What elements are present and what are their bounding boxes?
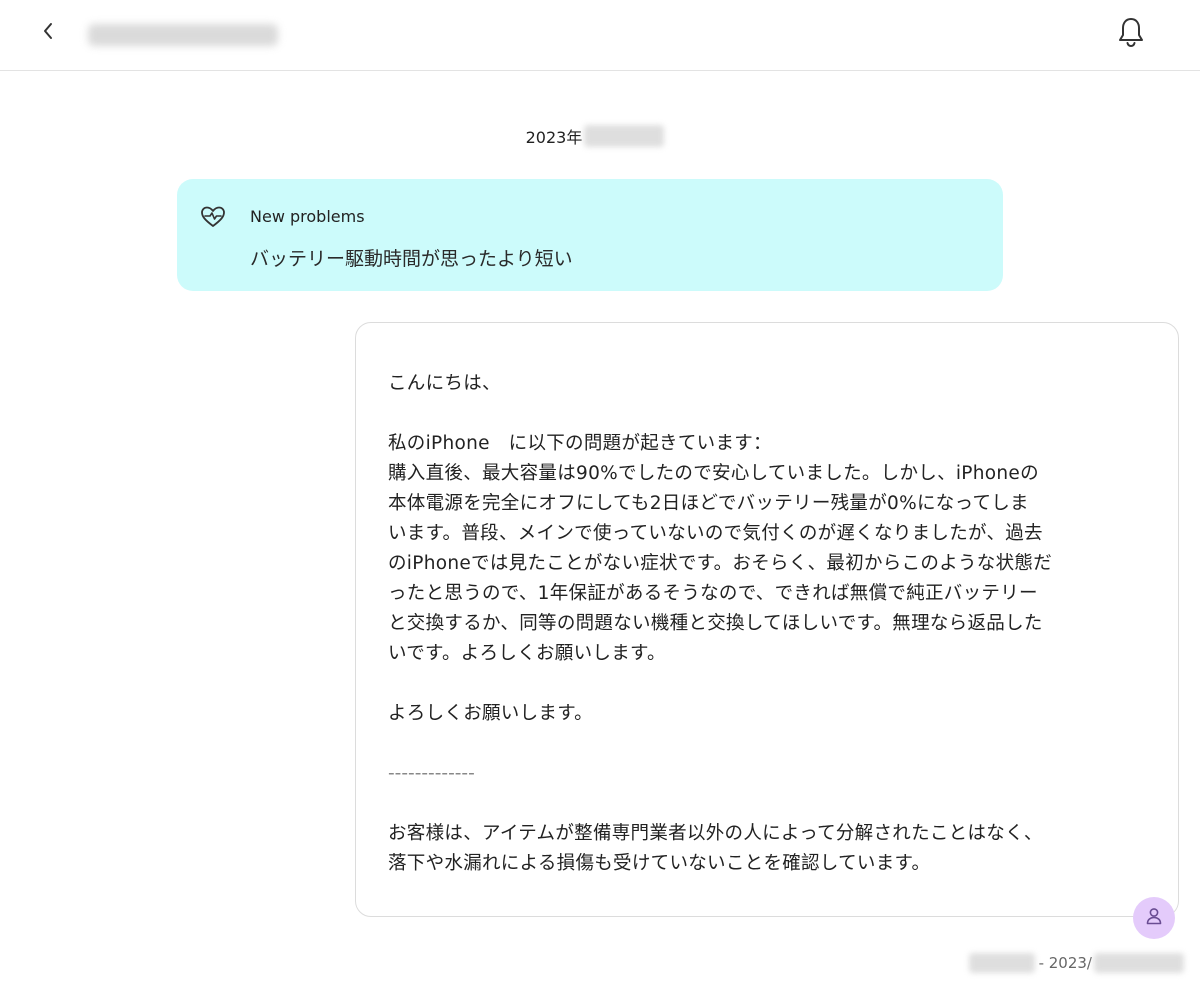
message-line: います。普段、メインで使っていないので気付くのが遅くなりましたが、過去 [388, 523, 1043, 544]
back-button[interactable] [34, 18, 62, 48]
top-bar [0, 0, 1200, 71]
message-closing: よろしくお願いします。 [388, 703, 593, 724]
date-separator-label: 2023年 [525, 128, 583, 147]
message-line: ったと思うので、1年保証があるそうなので、できれば無償で純正バッテリー [388, 583, 1038, 604]
message-line: 購入直後、最大容量は90%でしたので安心していました。しかし、iPhoneの [388, 463, 1039, 484]
message-line: いです。よろしくお願いします。 [388, 643, 666, 664]
date-redacted [584, 125, 665, 147]
problem-description: バッテリー駆動時間が思ったより短い [250, 248, 573, 270]
user-icon [1144, 906, 1164, 930]
disclaimer-line: お客様は、アイテムが整備専門業者以外の人によって分解されたことはなく、 [388, 823, 1043, 844]
message-line: 私のiPhone に以下の問題が起きています： [388, 433, 772, 454]
message-timestamp: - 2023/ [1038, 954, 1092, 972]
message-body: こんにちは、 私のiPhone に以下の問題が起きています： 購入直後、最大容量… [388, 369, 1148, 879]
message-line: 本体電源を完全にオフにしても2日ほどでバッテリー残量が0%になってしま [388, 493, 1029, 514]
disclaimer-line: 落下や水漏れによる損傷も受けていないことを確認しています。 [388, 853, 931, 874]
header-title-redacted [88, 24, 278, 46]
date-separator: 2023年 [0, 124, 1190, 148]
message-bubble: こんにちは、 私のiPhone に以下の問題が起きています： 購入直後、最大容量… [355, 322, 1179, 917]
timestamp-redacted [1094, 953, 1184, 973]
message-divider: ------------- [388, 763, 475, 784]
message-line: のiPhoneでは見たことがない症状です。おそらく、最初からこのような状態だ [388, 553, 1052, 574]
chevron-left-icon [41, 21, 55, 45]
message-line: と交換するか、同等の問題ない機種と交換してほしいです。無理なら返品した [388, 613, 1043, 634]
bell-icon [1117, 16, 1145, 52]
message-meta: - 2023/ [968, 952, 1184, 974]
message-greeting: こんにちは、 [388, 373, 501, 394]
notifications-button[interactable] [1114, 16, 1148, 52]
problem-title: New problems [250, 207, 365, 226]
heart-pulse-icon [199, 205, 227, 229]
avatar[interactable] [1133, 897, 1175, 939]
problem-card: New problems バッテリー駆動時間が思ったより短い [177, 179, 1003, 291]
sender-name-redacted [968, 953, 1035, 973]
